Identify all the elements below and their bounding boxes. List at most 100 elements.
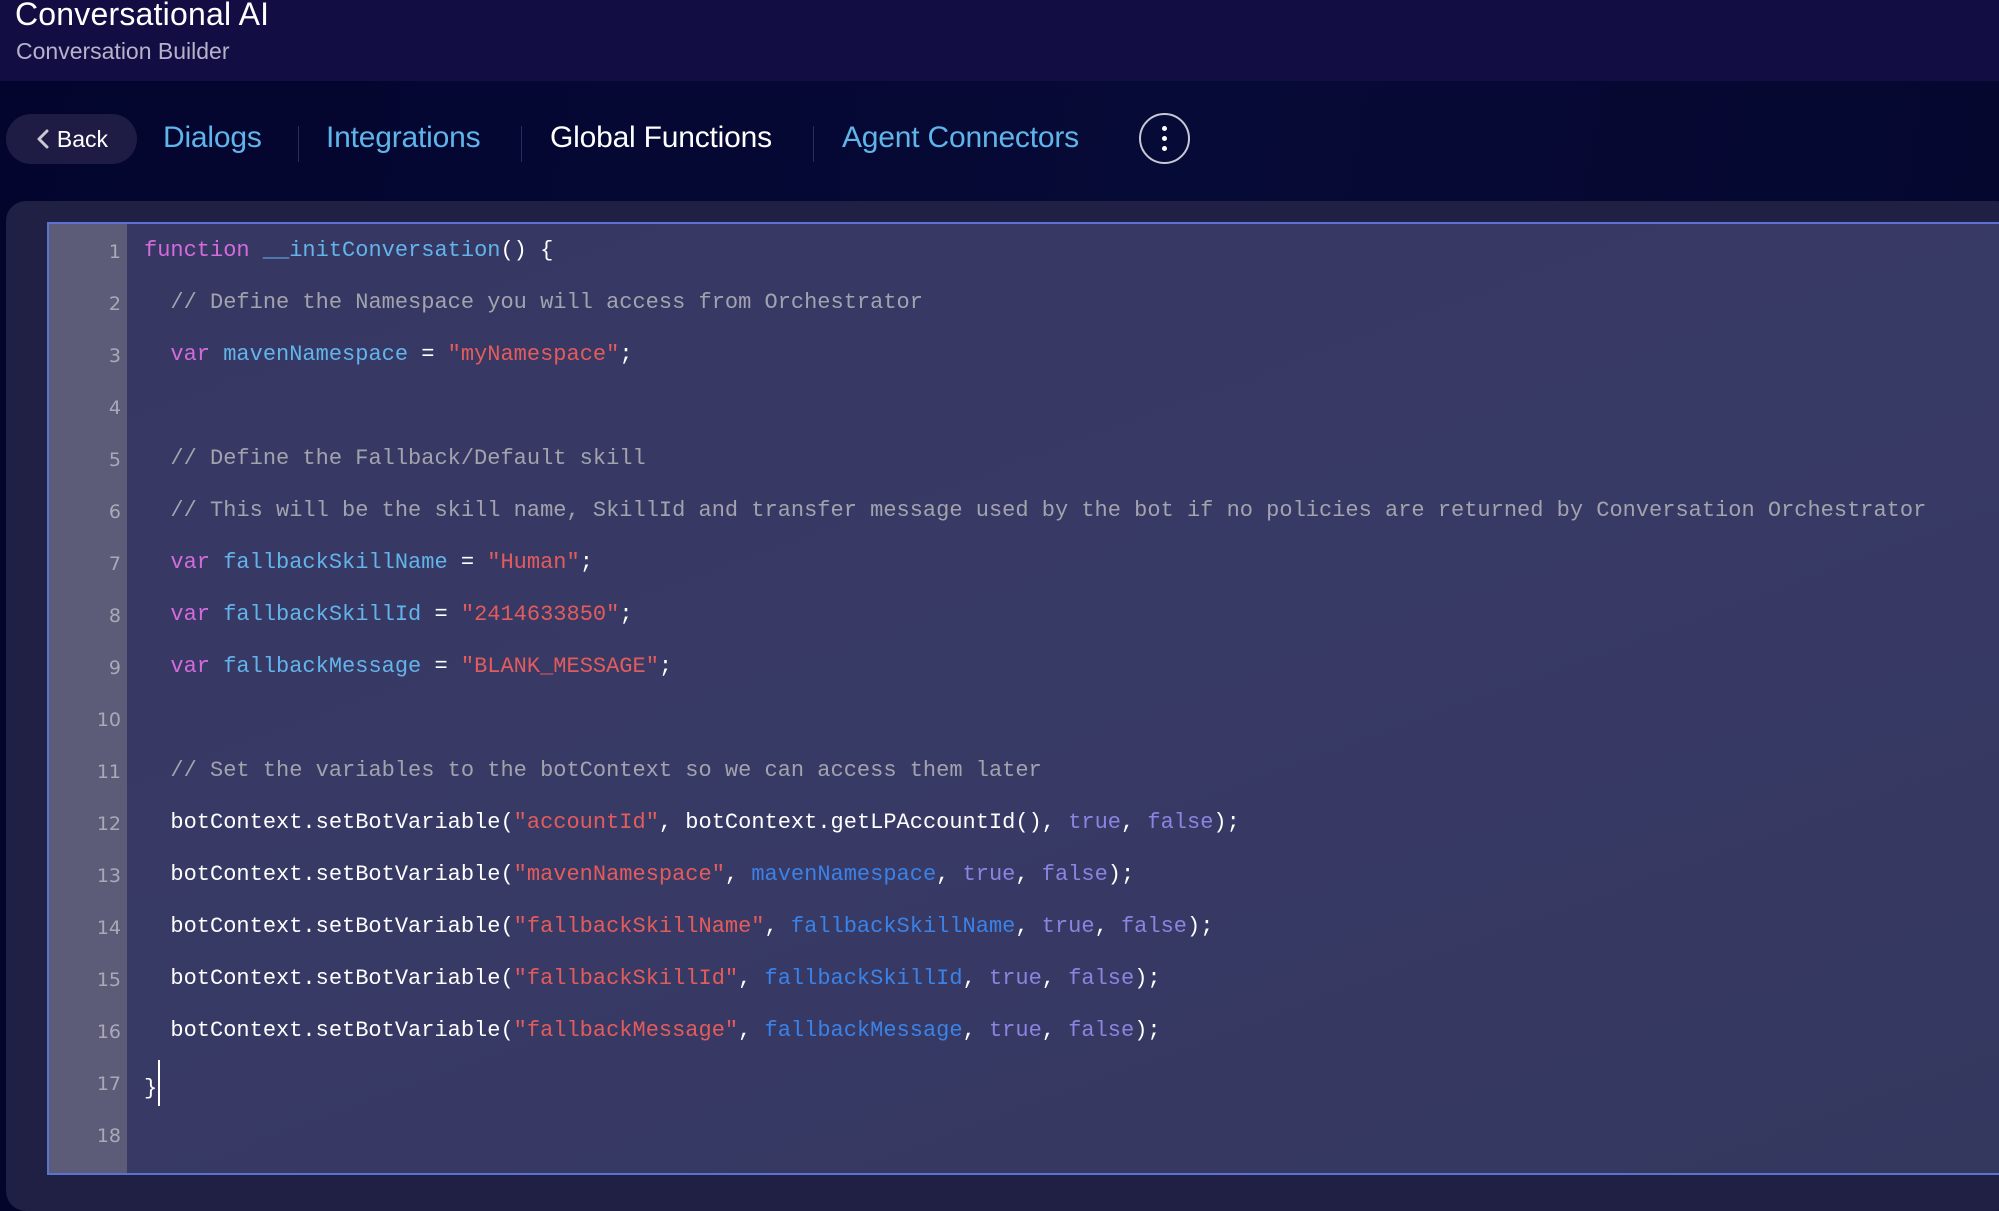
- code-line[interactable]: 14 botContext.setBotVariable("fallbackSk…: [49, 904, 1999, 956]
- code-line[interactable]: 10: [49, 696, 1999, 748]
- tab-dialogs[interactable]: Dialogs: [163, 121, 262, 155]
- code-token: var: [170, 654, 211, 679]
- line-number: 9: [108, 657, 121, 679]
- code-line[interactable]: 7 var fallbackSkillName = "Human";: [49, 540, 1999, 592]
- line-code[interactable]: var fallbackMessage = "BLANK_MESSAGE";: [144, 654, 672, 679]
- line-number: 4: [108, 397, 121, 419]
- code-token: );: [1134, 1018, 1161, 1043]
- line-number: 12: [96, 813, 121, 835]
- code-line[interactable]: 18: [49, 1112, 1999, 1164]
- app-title: Conversational AI: [15, 0, 270, 32]
- code-token: "fallbackSkillId": [513, 966, 739, 991]
- code-token: botContext.setBotVariable(: [144, 862, 514, 887]
- chevron-left-icon: [37, 129, 49, 149]
- code-line[interactable]: 13 botContext.setBotVariable("mavenNames…: [49, 852, 1999, 904]
- code-token: ,: [1094, 914, 1121, 939]
- code-token: false: [1068, 1018, 1135, 1043]
- tab-global-functions[interactable]: Global Functions: [550, 121, 772, 155]
- ellipsis-dot: [1162, 136, 1167, 141]
- ellipsis-dot: [1162, 146, 1167, 151]
- line-code[interactable]: // Define the Namespace you will access …: [144, 290, 923, 315]
- code-editor[interactable]: 1 function __initConversation() { 2 // Def…: [47, 222, 1999, 1175]
- code-token: );: [1213, 810, 1240, 835]
- code-token: ,: [962, 1018, 989, 1043]
- code-token: false: [1147, 810, 1214, 835]
- line-code[interactable]: botContext.setBotVariable("accountId", b…: [144, 810, 1240, 835]
- code-token: true: [962, 862, 1016, 887]
- code-line[interactable]: 11 // Set the variables to the botContex…: [49, 748, 1999, 800]
- code-token: =: [421, 602, 461, 627]
- code-token: ,: [764, 914, 791, 939]
- line-code[interactable]: botContext.setBotVariable("mavenNamespac…: [144, 862, 1134, 887]
- code-token: fallbackMessage: [223, 654, 422, 679]
- line-code[interactable]: botContext.setBotVariable("fallbackSkill…: [144, 966, 1160, 991]
- code-token: ,: [1015, 914, 1042, 939]
- code-line[interactable]: 4: [49, 384, 1999, 436]
- code-line[interactable]: 5 // Define the Fallback/Default skill: [49, 436, 1999, 488]
- code-token: true: [988, 1018, 1042, 1043]
- line-code[interactable]: // Define the Fallback/Default skill: [144, 446, 645, 471]
- code-token: "myNamespace": [447, 342, 620, 367]
- line-number: 5: [108, 449, 121, 471]
- code-token: // This will be the skill name, SkillId …: [170, 498, 1927, 523]
- line-code[interactable]: // Set the variables to the botContext s…: [144, 758, 1042, 783]
- line-number: 1: [108, 241, 121, 263]
- code-token: // Set the variables to the botContext s…: [170, 758, 1042, 783]
- code-token: ,: [724, 862, 752, 887]
- tab-separator: [298, 126, 299, 162]
- code-token: );: [1107, 862, 1135, 887]
- code-token: ,: [738, 966, 765, 991]
- code-line[interactable]: 12 botContext.setBotVariable("accountId"…: [49, 800, 1999, 852]
- code-line[interactable]: 6 // This will be the skill name, SkillI…: [49, 488, 1999, 540]
- line-number: 14: [96, 917, 121, 939]
- line-code[interactable]: var mavenNamespace = "myNamespace";: [144, 342, 633, 367]
- code-token: "BLANK_MESSAGE": [460, 654, 659, 679]
- code-token: botContext.setBotVariable(: [144, 810, 514, 835]
- code-token: ;: [619, 342, 633, 367]
- code-token: botContext.setBotVariable(: [144, 966, 514, 991]
- line-code[interactable]: function __initConversation() {: [144, 238, 553, 263]
- code-line[interactable]: 16 botContext.setBotVariable("fallbackMe…: [49, 1008, 1999, 1060]
- code-token: ,: [1015, 862, 1042, 887]
- line-number: 18: [96, 1125, 121, 1147]
- tab-agent-connectors[interactable]: Agent Connectors: [842, 121, 1079, 155]
- line-code[interactable]: botContext.setBotVariable("fallbackMessa…: [144, 1018, 1161, 1043]
- line-number: 15: [96, 969, 121, 991]
- code-line[interactable]: 3 var mavenNamespace = "myNamespace";: [49, 332, 1999, 384]
- code-line[interactable]: 2 // Define the Namespace you will acces…: [49, 280, 1999, 332]
- line-code[interactable]: var fallbackSkillName = "Human";: [144, 550, 592, 575]
- code-token: "2414633850": [460, 602, 620, 627]
- code-token: ,: [962, 966, 989, 991]
- code-line[interactable]: 9 var fallbackMessage = "BLANK_MESSAGE";: [49, 644, 1999, 696]
- code-line[interactable]: 1 function __initConversation() {: [49, 228, 1999, 280]
- code-token: botContext.setBotVariable(: [144, 914, 514, 939]
- line-code[interactable]: botContext.setBotVariable("fallbackSkill…: [144, 914, 1213, 939]
- line-number: 8: [108, 605, 121, 627]
- back-button[interactable]: Back: [6, 114, 137, 164]
- back-label: Back: [56, 125, 109, 152]
- code-token: ,: [1121, 810, 1148, 835]
- code-line[interactable]: 15 botContext.setBotVariable("fallbackSk…: [49, 956, 1999, 1008]
- code-token: fallbackSkillName: [223, 550, 448, 575]
- app-subtitle: Conversation Builder: [16, 38, 230, 64]
- code-line[interactable]: 8 var fallbackSkillId = "2414633850";: [49, 592, 1999, 644]
- code-token: fallbackSkillId: [223, 602, 422, 627]
- line-code[interactable]: // This will be the skill name, SkillId …: [144, 498, 1926, 523]
- line-code[interactable]: }: [144, 1060, 161, 1106]
- line-code[interactable]: var fallbackSkillId = "2414633850";: [144, 602, 632, 627]
- tab-integrations[interactable]: Integrations: [326, 121, 481, 155]
- code-token: () {: [500, 238, 554, 263]
- code-token: var: [170, 342, 211, 367]
- code-token: ,: [738, 1018, 765, 1043]
- code-line[interactable]: 17}: [49, 1060, 1999, 1112]
- line-number: 10: [96, 709, 121, 731]
- code-token: "fallbackSkillName": [513, 914, 765, 939]
- code-token: true: [1041, 914, 1095, 939]
- more-options-button[interactable]: [1139, 113, 1190, 164]
